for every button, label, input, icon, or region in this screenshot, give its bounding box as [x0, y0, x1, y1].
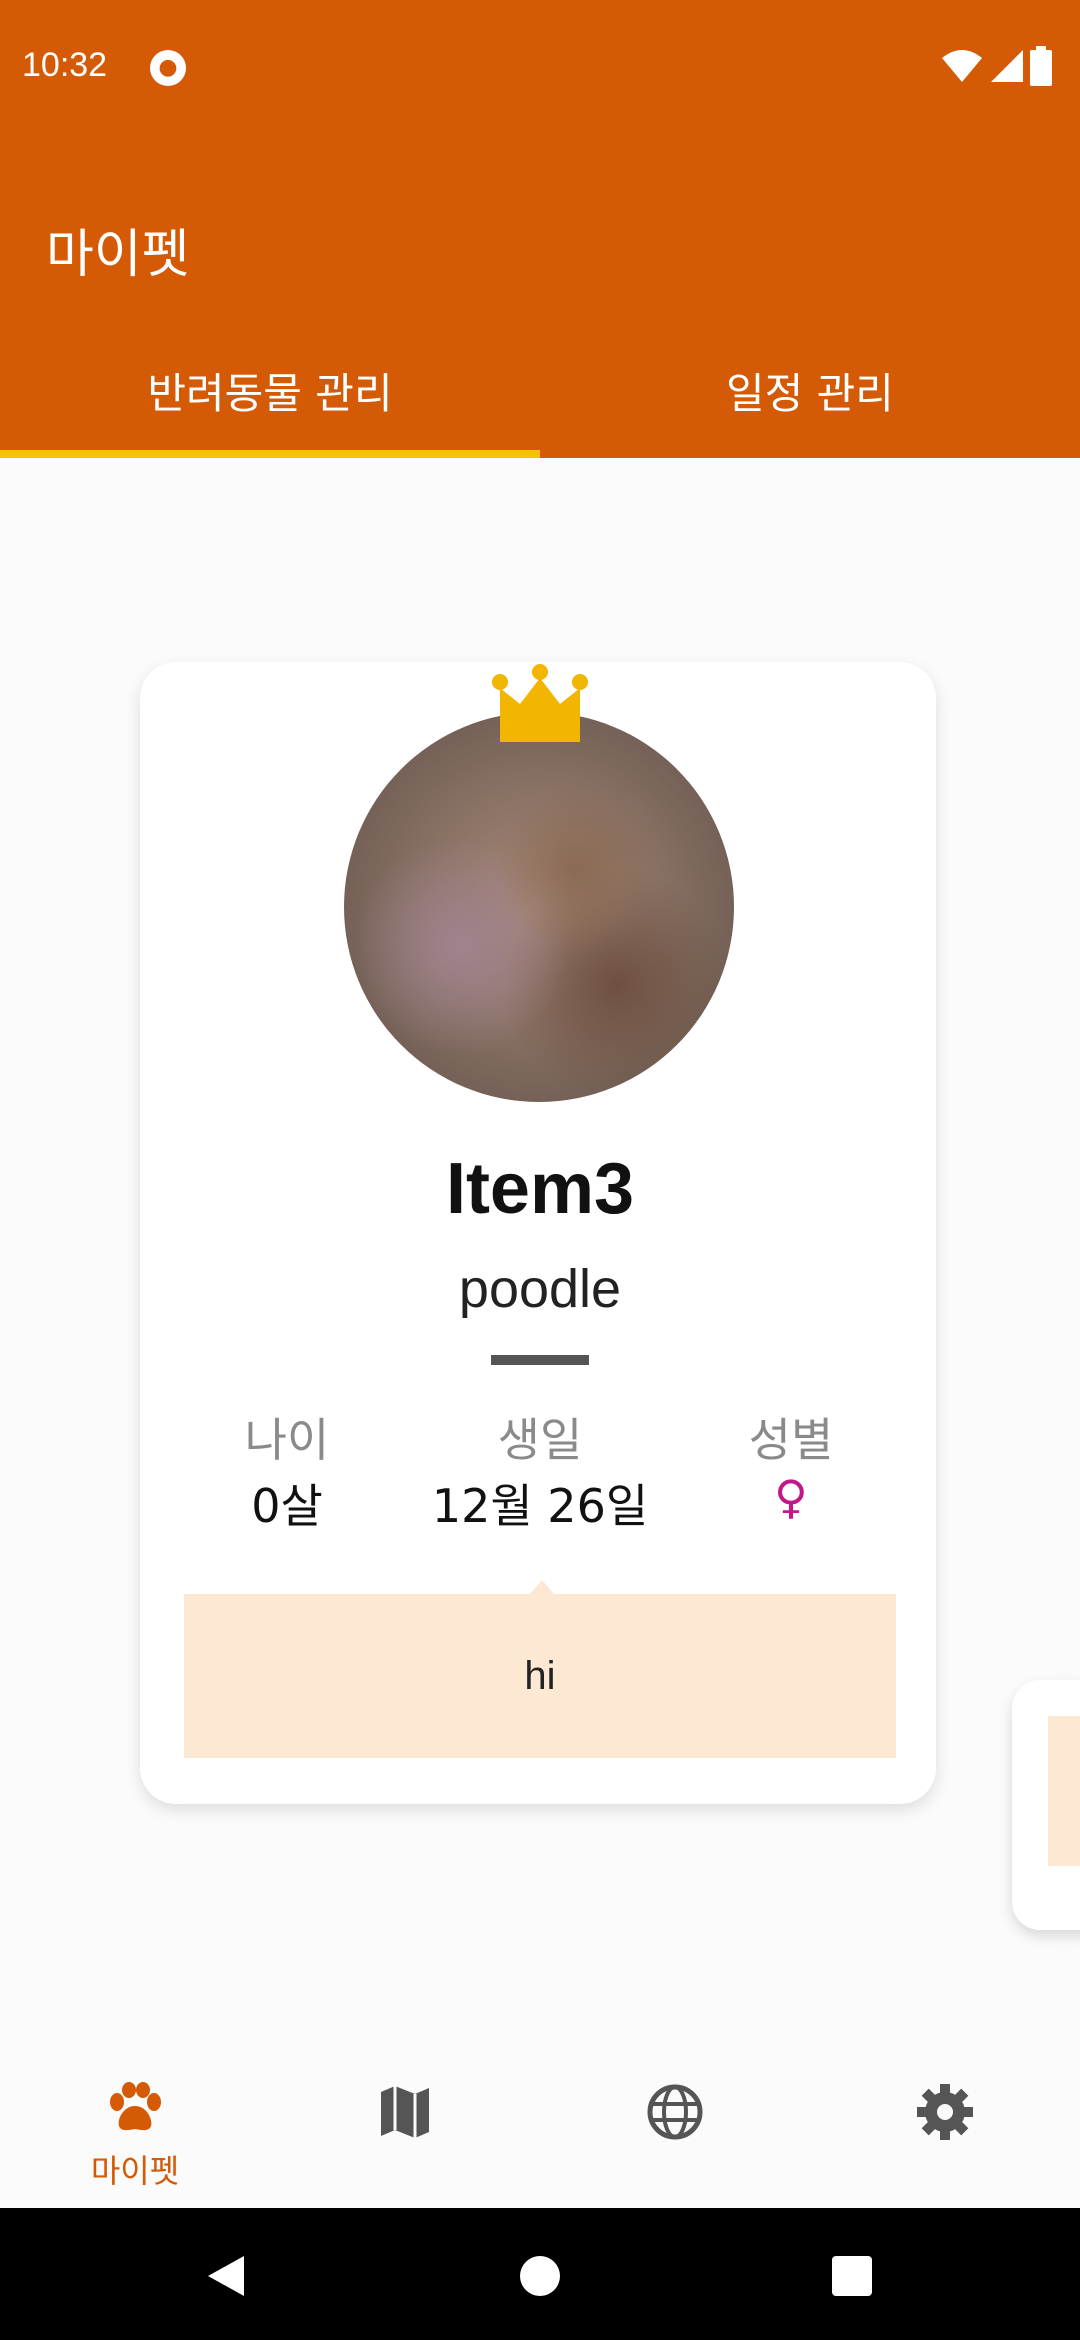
- app-notification-icon: ●: [150, 50, 186, 86]
- pet-breed: poodle: [458, 1259, 622, 1319]
- pet-name: Item3: [445, 1149, 635, 1229]
- globe-icon: [647, 2084, 703, 2140]
- app-bar: 10:32 ● 마이펫 반려동물 관리 일정 관리: [0, 0, 1080, 458]
- divider: [491, 1355, 589, 1365]
- system-navigation-bar: [0, 2208, 1080, 2340]
- status-icons: [940, 46, 1052, 86]
- home-icon[interactable]: [518, 2254, 562, 2298]
- stat-age-label: 나이: [244, 1413, 330, 1467]
- nav-item-globe[interactable]: [540, 2054, 810, 2208]
- recents-icon[interactable]: [830, 2254, 874, 2298]
- battery-icon: [1030, 46, 1052, 86]
- tab-indicator: [0, 450, 540, 458]
- stat-age-value: 0살: [251, 1479, 323, 1533]
- stat-age: 나이 0살: [162, 1404, 412, 1536]
- map-icon: [381, 2086, 429, 2138]
- back-icon[interactable]: [204, 2254, 248, 2298]
- paw-icon: [110, 2082, 161, 2131]
- stat-birthday-label: 생일: [497, 1413, 583, 1467]
- wifi-icon: [941, 50, 982, 82]
- next-pet-card[interactable]: [1012, 1680, 1080, 1930]
- nav-item-settings[interactable]: [810, 2054, 1080, 2208]
- app-title: 마이펫: [46, 225, 190, 285]
- stat-birthday-value: 12월 26일: [431, 1479, 649, 1533]
- status-time: 10:32: [22, 46, 108, 84]
- stat-gender: 성별 ♀: [666, 1404, 916, 1536]
- bottom-navigation: 마이펫: [0, 2054, 1080, 2208]
- tab-bar: 반려동물 관리 일정 관리: [0, 350, 1080, 458]
- gear-icon: [917, 2084, 973, 2140]
- nav-label-mypet: 마이펫: [90, 2152, 180, 2190]
- stat-birthday: 생일 12월 26일: [415, 1404, 665, 1536]
- status-bar: 10:32 ●: [0, 0, 1080, 140]
- nav-item-map[interactable]: [270, 2054, 540, 2208]
- next-pet-memo: [1048, 1716, 1080, 1866]
- female-icon: ♀: [774, 1470, 808, 1524]
- crown-icon: [492, 664, 588, 742]
- pet-memo: hi: [184, 1594, 896, 1758]
- tab-schedule-management[interactable]: 일정 관리: [540, 350, 1080, 458]
- nav-item-mypet[interactable]: 마이펫: [0, 2054, 270, 2208]
- memo-pointer: [530, 1580, 554, 1594]
- signal-icon: [990, 50, 1023, 82]
- tab-pet-management[interactable]: 반려동물 관리: [0, 350, 540, 458]
- pet-photo: [344, 712, 734, 1102]
- stat-gender-label: 성별: [748, 1413, 834, 1467]
